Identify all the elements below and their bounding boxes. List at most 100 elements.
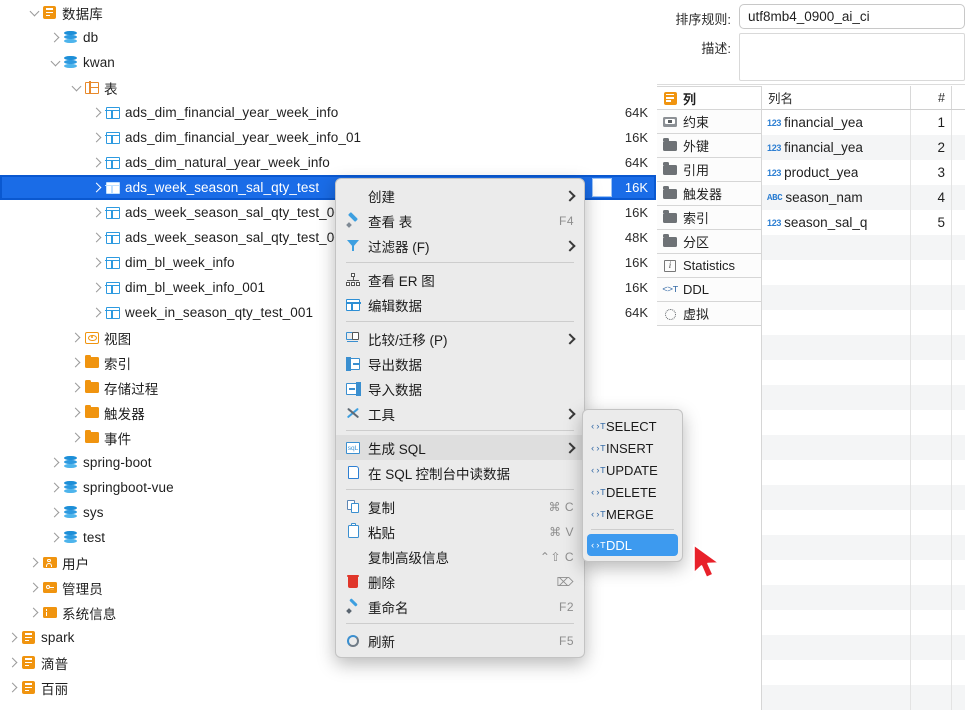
menu-item-工具[interactable]: 工具 xyxy=(336,401,584,426)
tree-expander-collapsed[interactable] xyxy=(69,359,83,366)
columns-grid-empty-row[interactable] xyxy=(762,610,965,635)
menu-item-生成-SQL[interactable]: sqL生成 SQL xyxy=(336,435,584,460)
object-tab-索引[interactable]: 索引 xyxy=(657,206,761,230)
description-input[interactable] xyxy=(739,33,965,81)
submenu-item-DDL[interactable]: ‹›TDDL xyxy=(587,534,678,556)
tree-expander-collapsed[interactable] xyxy=(90,309,104,316)
tree-expander-collapsed[interactable] xyxy=(90,159,104,166)
tree-expander-collapsed[interactable] xyxy=(48,34,62,41)
columns-grid-empty-row[interactable] xyxy=(762,435,965,460)
object-tab-虚拟[interactable]: 虚拟 xyxy=(657,302,761,326)
tree-expander-collapsed[interactable] xyxy=(90,209,104,216)
menu-item-删除[interactable]: 删除⌦ xyxy=(336,569,584,594)
tree-expander-collapsed[interactable] xyxy=(27,559,41,566)
generate-sql-submenu[interactable]: ‹›TSELECT‹›TINSERT‹›TUPDATE‹›TDELETE‹›TM… xyxy=(582,409,683,562)
columns-grid-empty-row[interactable] xyxy=(762,285,965,310)
menu-item-导出数据[interactable]: 导出数据 xyxy=(336,351,584,376)
columns-grid-empty-row[interactable] xyxy=(762,360,965,385)
tree-expander-expanded[interactable] xyxy=(27,11,41,15)
context-menu[interactable]: 创建查看 表F4过滤器 (F) 查看 ER 图编辑数据比较/迁移 (P)导出数据导… xyxy=(335,178,585,658)
columns-grid-row[interactable]: 123season_sal_q5 xyxy=(762,210,965,235)
tree-expander-collapsed[interactable] xyxy=(69,409,83,416)
columns-grid-empty-row[interactable] xyxy=(762,685,965,710)
tree-item-ads_dim_financial_year_week_info[interactable]: ads_dim_financial_year_week_info64K xyxy=(0,100,656,125)
columns-grid-row[interactable]: 123financial_yea2 xyxy=(762,135,965,160)
menu-item-复制[interactable]: 复制⌘ C xyxy=(336,494,584,519)
object-tab-列[interactable]: 列 xyxy=(657,86,761,110)
columns-grid-empty-row[interactable] xyxy=(762,460,965,485)
columns-grid-empty-row[interactable] xyxy=(762,235,965,260)
columns-grid-empty-row[interactable] xyxy=(762,260,965,285)
tree-item-数据库[interactable]: 数据库 xyxy=(0,0,656,25)
columns-grid-row[interactable]: ABCseason_nam4 xyxy=(762,185,965,210)
tree-item-ads_dim_natural_year_week_info[interactable]: ads_dim_natural_year_week_info64K xyxy=(0,150,656,175)
tree-item-表[interactable]: 表 xyxy=(0,75,656,100)
tree-expander-expanded[interactable] xyxy=(48,61,62,65)
tree-expander-collapsed[interactable] xyxy=(48,509,62,516)
menu-item-粘贴[interactable]: 粘贴⌘ V xyxy=(336,519,584,544)
tree-item-百丽[interactable]: 百丽 xyxy=(0,675,656,700)
header-column-number[interactable]: # xyxy=(911,86,951,109)
columns-grid-row[interactable]: 123product_yea3 xyxy=(762,160,965,185)
columns-grid-empty-row[interactable] xyxy=(762,485,965,510)
menu-item-导入数据[interactable]: 导入数据 xyxy=(336,376,584,401)
menu-item-重命名[interactable]: 重命名F2 xyxy=(336,594,584,619)
submenu-item-UPDATE[interactable]: ‹›TUPDATE xyxy=(583,459,682,481)
tree-expander-collapsed[interactable] xyxy=(69,434,83,441)
tree-expander-collapsed[interactable] xyxy=(27,584,41,591)
submenu-item-DELETE[interactable]: ‹›TDELETE xyxy=(583,481,682,503)
menu-item-比较-迁移-P-[interactable]: 比较/迁移 (P) xyxy=(336,326,584,351)
tree-expander-collapsed[interactable] xyxy=(6,684,20,691)
columns-grid-empty-row[interactable] xyxy=(762,535,965,560)
columns-grid-empty-row[interactable] xyxy=(762,585,965,610)
submenu-item-INSERT[interactable]: ‹›TINSERT xyxy=(583,437,682,459)
object-tab-list[interactable]: 列约束外键引用触发器索引分区iStatistics<>TDDL虚拟 xyxy=(657,86,762,710)
collation-input[interactable]: utf8mb4_0900_ai_ci xyxy=(739,4,965,29)
tree-expander-collapsed[interactable] xyxy=(90,184,104,191)
tree-expander-collapsed[interactable] xyxy=(90,109,104,116)
columns-grid-body[interactable]: 123financial_yea1123financial_yea2123pro… xyxy=(762,110,965,710)
tree-item-ads_dim_financial_year_week_info_01[interactable]: ads_dim_financial_year_week_info_0116K xyxy=(0,125,656,150)
menu-item-在-SQL-控制台中读数据[interactable]: 在 SQL 控制台中读数据 xyxy=(336,460,584,485)
tree-expander-collapsed[interactable] xyxy=(90,234,104,241)
object-tab-DDL[interactable]: <>TDDL xyxy=(657,278,761,302)
columns-grid-empty-row[interactable] xyxy=(762,310,965,335)
object-tab-引用[interactable]: 引用 xyxy=(657,158,761,182)
object-tab-外键[interactable]: 外键 xyxy=(657,134,761,158)
menu-item-编辑数据[interactable]: 编辑数据 xyxy=(336,292,584,317)
columns-grid[interactable]: 列名 # 123financial_yea1123financial_yea21… xyxy=(762,86,965,710)
tree-expander-collapsed[interactable] xyxy=(48,534,62,541)
columns-grid-empty-row[interactable] xyxy=(762,660,965,685)
columns-grid-empty-row[interactable] xyxy=(762,410,965,435)
submenu-item-SELECT[interactable]: ‹›TSELECT xyxy=(583,415,682,437)
tree-expander-collapsed[interactable] xyxy=(90,284,104,291)
object-tab-约束[interactable]: 约束 xyxy=(657,110,761,134)
columns-grid-empty-row[interactable] xyxy=(762,335,965,360)
tree-expander-collapsed[interactable] xyxy=(48,459,62,466)
tree-expander-collapsed[interactable] xyxy=(6,659,20,666)
object-tab-触发器[interactable]: 触发器 xyxy=(657,182,761,206)
menu-item-刷新[interactable]: 刷新F5 xyxy=(336,628,584,653)
menu-item-过滤器-F-[interactable]: 过滤器 (F) xyxy=(336,233,584,258)
tree-item-db[interactable]: db xyxy=(0,25,656,50)
tree-item-kwan[interactable]: kwan xyxy=(0,50,656,75)
submenu-item-MERGE[interactable]: ‹›TMERGE xyxy=(583,503,682,525)
menu-item-复制高级信息[interactable]: 复制高级信息⌃⇧ C xyxy=(336,544,584,569)
columns-grid-empty-row[interactable] xyxy=(762,560,965,585)
object-tab-Statistics[interactable]: iStatistics xyxy=(657,254,761,278)
tree-expander-collapsed[interactable] xyxy=(6,634,20,641)
tree-expander-collapsed[interactable] xyxy=(90,259,104,266)
tree-expander-collapsed[interactable] xyxy=(69,334,83,341)
tree-expander-collapsed[interactable] xyxy=(48,484,62,491)
columns-grid-empty-row[interactable] xyxy=(762,385,965,410)
menu-item-查看-表[interactable]: 查看 表F4 xyxy=(336,208,584,233)
header-column-name[interactable]: 列名 xyxy=(762,86,911,109)
object-tab-分区[interactable]: 分区 xyxy=(657,230,761,254)
tree-expander-expanded[interactable] xyxy=(69,86,83,90)
menu-item-查看-ER-图[interactable]: 查看 ER 图 xyxy=(336,267,584,292)
tree-expander-collapsed[interactable] xyxy=(69,384,83,391)
columns-grid-row[interactable]: 123financial_yea1 xyxy=(762,110,965,135)
columns-grid-empty-row[interactable] xyxy=(762,510,965,535)
menu-item-创建[interactable]: 创建 xyxy=(336,183,584,208)
tree-expander-collapsed[interactable] xyxy=(27,609,41,616)
